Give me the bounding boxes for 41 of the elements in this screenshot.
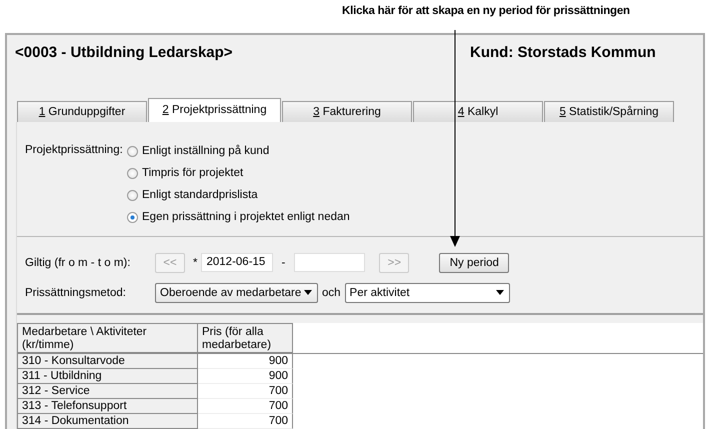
tab[interactable]: 3 Fakturering (282, 101, 412, 122)
tab[interactable]: 4 Kalkyl (413, 101, 543, 122)
radio-label[interactable]: Enligt inställning på kund (142, 145, 270, 157)
tab[interactable]: 5 Statistik/Spårning (544, 101, 674, 122)
validity-label: Giltig (fr o m - t o m): (25, 256, 132, 268)
price-cell: 700 (198, 384, 293, 399)
method-label: Prissättningsmetod: (25, 286, 127, 298)
radio-button[interactable] (127, 212, 138, 222)
radio-button[interactable] (127, 190, 138, 200)
price-cell: 900 (198, 369, 293, 384)
activity-cell: 311 - Utbildning (17, 369, 198, 384)
radio-label[interactable]: Enligt standardprislista (142, 189, 258, 201)
radio-button[interactable] (127, 168, 138, 178)
price-cell: 700 (198, 414, 293, 429)
customer-title: Kund: Storstads Kommun (470, 44, 656, 63)
tab[interactable]: 2 Projektprissättning (148, 98, 281, 122)
activity-cell: 310 - Konsultarvode (17, 354, 198, 369)
radio-button[interactable] (127, 146, 138, 156)
separator-text: - (281, 256, 286, 268)
employee-select[interactable]: Oberoende av medarbetare (155, 282, 318, 302)
activity-cell: 312 - Service (17, 384, 198, 399)
project-title: <0003 - Utbildning Ledarskap> (15, 44, 234, 63)
activity-select[interactable]: Per aktivitet (344, 282, 510, 302)
column-header: Medarbetare \ Aktiviteter (kr/timme) (17, 323, 198, 354)
price-cell: 900 (198, 354, 293, 369)
annotation-text: Klicka här för att skapa en ny period för prissättningen (341, 4, 631, 19)
activity-cell: 313 - Telefonsupport (17, 399, 198, 414)
tab[interactable]: 1 Grunduppgifter (17, 101, 147, 122)
radio-label[interactable]: Timpris för projektet (142, 167, 244, 179)
date-field[interactable]: 2012-06-15 (201, 253, 274, 272)
pricing-label: Projektprissättning: (25, 144, 124, 158)
date-field[interactable] (294, 253, 366, 272)
activity-cell: 314 - Dokumentation (17, 414, 198, 429)
joiner-text: och (322, 286, 341, 298)
price-cell: 700 (198, 399, 293, 414)
new-period-button[interactable]: Ny period (439, 252, 510, 272)
required-mark: * (193, 256, 198, 268)
dropdown-icon (496, 290, 504, 295)
dropdown-icon (304, 290, 312, 295)
column-header: Pris (för alla medarbetare) (198, 323, 293, 354)
radio-label[interactable]: Egen prissättning i projektet enligt nedan (142, 211, 350, 223)
